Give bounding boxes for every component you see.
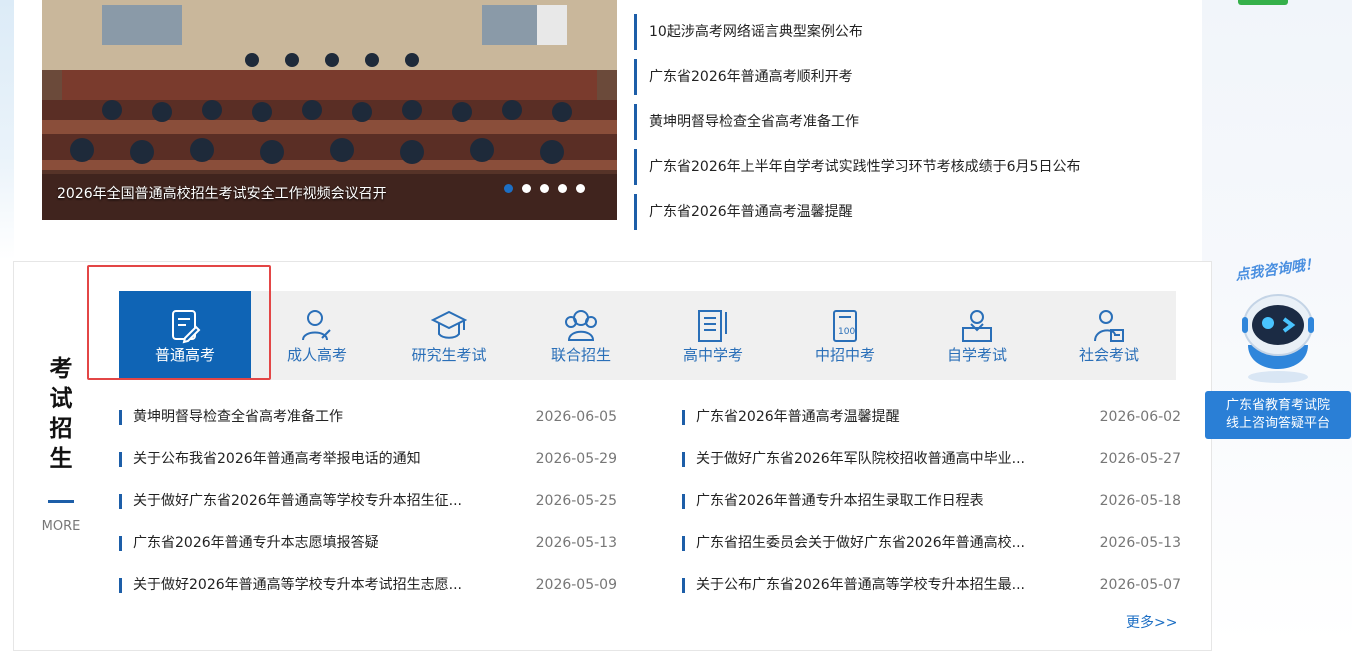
svg-text:100: 100	[838, 327, 855, 337]
article-title[interactable]: 广东省2026年普通专升本招生录取工作日程表	[682, 494, 984, 509]
social-exam-icon	[1043, 308, 1175, 344]
article-title[interactable]: 关于做好广东省2026年普通高等学校专升本招生征...	[119, 494, 462, 509]
article-date: 2026-05-25	[535, 493, 617, 509]
news-item[interactable]: 广东省2026年普通高考温馨提醒	[634, 194, 1194, 230]
article-title[interactable]: 关于公布我省2026年普通高考举报电话的通知	[119, 452, 421, 467]
carousel-dot-1[interactable]	[504, 184, 513, 193]
carousel-caption[interactable]: 2026年全国普通高校招生考试安全工作视频会议召开	[57, 183, 387, 203]
list-item[interactable]: 广东省招生委员会关于做好广东省2026年普通高校... 2026-05-13	[682, 527, 1181, 569]
article-title[interactable]: 关于公布广东省2026年普通高等学校专升本招生最...	[682, 578, 1025, 593]
carousel-dots	[504, 184, 585, 193]
tab-graduate-exam[interactable]: 研究生考试	[383, 291, 515, 380]
article-date: 2026-06-05	[535, 409, 617, 425]
section-title: 考 试 招 生	[49, 356, 73, 472]
list-item[interactable]: 关于做好2026年普通高等学校专升本考试招生志愿... 2026-05-09	[119, 569, 617, 611]
tab-label: 中招中考	[814, 346, 875, 364]
list-item[interactable]: 广东省2026年普通专升本志愿填报答疑 2026-05-13	[119, 527, 617, 569]
self-study-icon	[911, 308, 1043, 344]
exam-tabs: 普通高考 成人高考 研究生考试 联合招生 高中学考 100 中招中考 自学考试 …	[119, 291, 1176, 380]
article-date: 2026-06-02	[1099, 409, 1181, 425]
tab-label: 研究生考试	[411, 346, 487, 364]
left-background	[0, 0, 14, 260]
article-date: 2026-05-27	[1099, 451, 1181, 467]
tab-social-exam[interactable]: 社会考试	[1043, 291, 1175, 380]
notebook-pen-icon	[647, 308, 779, 344]
selection-highlight	[87, 265, 271, 380]
article-date: 2026-05-07	[1099, 577, 1181, 593]
carousel-dot-5[interactable]	[576, 184, 585, 193]
article-list-right: 广东省2026年普通高考温馨提醒 2026-06-02 关于做好广东省2026年军…	[682, 401, 1181, 611]
article-title[interactable]: 广东省2026年普通专升本志愿填报答疑	[119, 536, 379, 551]
tab-label: 自学考试	[946, 346, 1007, 364]
tab-middle-school-exam[interactable]: 100 中招中考	[779, 291, 911, 380]
article-title[interactable]: 关于做好广东省2026年军队院校招收普通高中毕业...	[682, 452, 1025, 467]
robot-avatar-icon[interactable]	[1232, 285, 1324, 385]
more-link[interactable]: 更多>>	[1126, 612, 1177, 632]
consult-platform-badge[interactable]: 广东省教育考试院 线上咨询答疑平台	[1205, 391, 1351, 439]
group-people-icon	[515, 308, 647, 344]
carousel-dot-3[interactable]	[540, 184, 549, 193]
tab-joint-admission[interactable]: 联合招生	[515, 291, 647, 380]
list-item[interactable]: 关于做好广东省2026年普通高等学校专升本招生征... 2026-05-25	[119, 485, 617, 527]
news-item[interactable]: 黄坤明督导检查全省高考准备工作	[634, 104, 1194, 140]
article-date: 2026-05-29	[535, 451, 617, 467]
article-date: 2026-05-13	[1099, 535, 1181, 551]
news-item[interactable]: 10起涉高考网络谣言典型案例公布	[634, 14, 1194, 50]
tab-label: 社会考试	[1078, 346, 1139, 364]
news-carousel[interactable]: 2026年全国普通高校招生考试安全工作视频会议召开	[42, 0, 617, 220]
section-more-link[interactable]: MORE	[37, 519, 85, 534]
article-title[interactable]: 关于做好2026年普通高等学校专升本考试招生志愿...	[119, 578, 462, 593]
article-list-left: 黄坤明督导检查全省高考准备工作 2026-06-05 关于公布我省2026年普通高…	[119, 401, 617, 611]
top-news-list: 10起涉高考网络谣言典型案例公布 广东省2026年普通高考顺利开考 黄坤明督导检…	[634, 14, 1194, 230]
article-title[interactable]: 黄坤明督导检查全省高考准备工作	[119, 410, 343, 425]
article-title[interactable]: 广东省2026年普通高考温馨提醒	[682, 410, 900, 425]
article-date: 2026-05-18	[1099, 493, 1181, 509]
article-date: 2026-05-13	[535, 535, 617, 551]
news-item[interactable]: 广东省2026年上半年自学考试实践性学习环节考核成绩于6月5日公布	[634, 149, 1194, 185]
news-item[interactable]: 广东省2026年普通高考顺利开考	[634, 59, 1194, 95]
graduation-cap-icon	[383, 308, 515, 344]
list-item[interactable]: 广东省2026年普通专升本招生录取工作日程表 2026-05-18	[682, 485, 1181, 527]
article-title[interactable]: 广东省招生委员会关于做好广东省2026年普通高校...	[682, 536, 1025, 551]
score-sheet-icon: 100	[779, 308, 911, 344]
top-green-tab[interactable]	[1238, 0, 1288, 5]
list-item[interactable]: 黄坤明督导检查全省高考准备工作 2026-06-05	[119, 401, 617, 443]
tab-self-study-exam[interactable]: 自学考试	[911, 291, 1043, 380]
article-date: 2026-05-09	[535, 577, 617, 593]
list-item[interactable]: 广东省2026年普通高考温馨提醒 2026-06-02	[682, 401, 1181, 443]
list-item[interactable]: 关于做好广东省2026年军队院校招收普通高中毕业... 2026-05-27	[682, 443, 1181, 485]
tab-high-school-test[interactable]: 高中学考	[647, 291, 779, 380]
list-item[interactable]: 关于公布广东省2026年普通高等学校专升本招生最... 2026-05-07	[682, 569, 1181, 611]
section-divider	[48, 500, 74, 503]
list-item[interactable]: 关于公布我省2026年普通高考举报电话的通知 2026-05-29	[119, 443, 617, 485]
tab-label: 高中学考	[682, 346, 743, 364]
carousel-dot-4[interactable]	[558, 184, 567, 193]
tab-label: 联合招生	[550, 346, 611, 364]
carousel-dot-2[interactable]	[522, 184, 531, 193]
